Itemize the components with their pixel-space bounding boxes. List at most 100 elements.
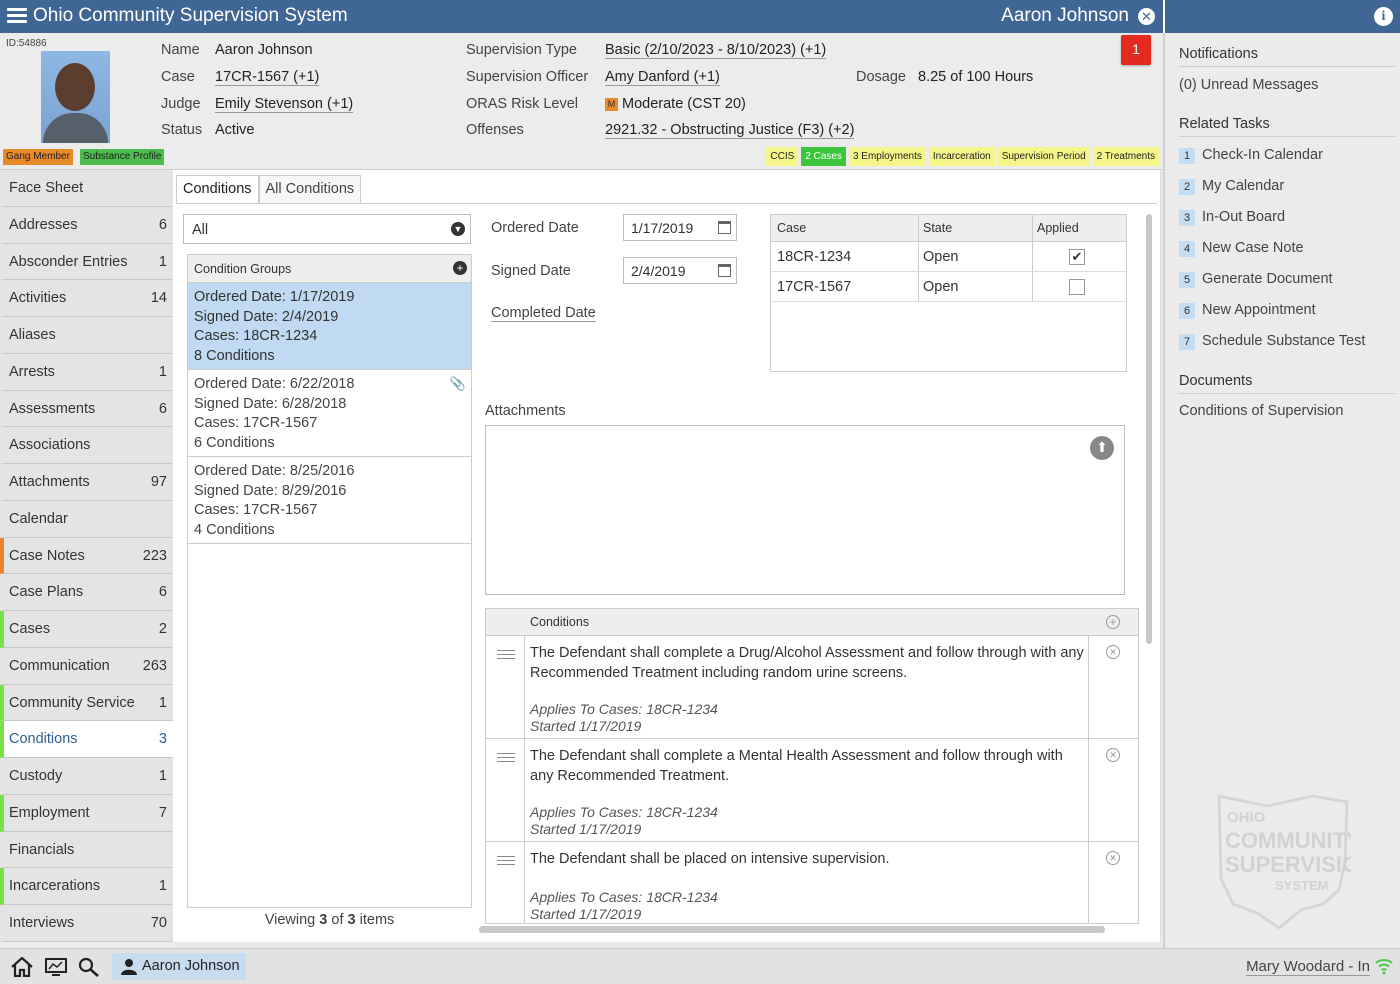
filter-value: All <box>192 222 209 238</box>
signed-date-input[interactable]: 2/4/2019 <box>623 257 737 284</box>
viewing-prefix: Viewing <box>264 912 316 928</box>
nav-label: Cases <box>9 621 51 637</box>
task-new-case-note[interactable]: 4 New Case Note <box>1179 240 1304 257</box>
watermark-line: SUPERVISION <box>1225 852 1351 877</box>
info-icon[interactable]: i <box>1374 7 1393 26</box>
condition-group-item[interactable]: Ordered Date: 1/17/2019 Signed Date: 2/4… <box>188 283 471 370</box>
horizontal-scrollbar[interactable] <box>479 926 1105 933</box>
offenses-value[interactable]: 2921.32 - Obstructing Justice (F3) (+2) <box>605 122 855 139</box>
supervision-type-value[interactable]: Basic (2/10/2023 - 8/10/2023) (+1) <box>605 42 827 59</box>
nav-item-interviews[interactable]: Interviews 70 <box>0 905 173 942</box>
client-photo[interactable] <box>41 51 110 143</box>
remove-condition-icon[interactable]: ✕ <box>1106 645 1120 659</box>
watermark-line: SYSTEM <box>1275 878 1328 893</box>
nav-item-absconder-entries[interactable]: Absconder Entries 1 <box>0 243 173 281</box>
viewing-shown: 3 <box>319 912 328 928</box>
user-status[interactable]: Mary Woodard - In <box>1246 958 1370 976</box>
nav-item-financials[interactable]: Financials <box>0 831 173 869</box>
dashboard-icon[interactable] <box>45 957 67 977</box>
applied-checkbox[interactable] <box>1069 279 1085 295</box>
search-icon[interactable] <box>78 957 100 977</box>
dosage-value: 8.25 of 100 Hours <box>918 69 1034 85</box>
client-id: ID:54886 <box>6 38 47 49</box>
nav-item-incarcerations[interactable]: Incarcerations 1 <box>0 868 173 905</box>
nav-item-arrests[interactable]: Arrests 1 <box>0 353 173 391</box>
drag-handle-icon[interactable] <box>486 842 525 923</box>
home-icon[interactable] <box>11 957 33 977</box>
cell-applied <box>1033 272 1126 301</box>
task-check-in-calendar[interactable]: 1 Check-In Calendar <box>1179 147 1323 164</box>
condition-group-item[interactable]: 📎 Ordered Date: 6/22/2018 Signed Date: 6… <box>188 370 471 457</box>
nav-item-employment[interactable]: Employment 7 <box>0 794 173 832</box>
task-new-appointment[interactable]: 6 New Appointment <box>1179 302 1316 319</box>
applied-checkbox-checked[interactable]: ✔ <box>1069 249 1085 265</box>
nav-label: Interviews <box>9 915 75 931</box>
alert-badge[interactable]: 1 <box>1121 35 1151 65</box>
task-number: 2 <box>1179 179 1195 195</box>
nav-item-attachments[interactable]: Attachments 97 <box>0 464 173 501</box>
supervision-officer-value[interactable]: Amy Danford (+1) <box>605 69 720 86</box>
drag-handle-icon[interactable] <box>486 739 525 841</box>
remove-condition-icon[interactable]: ✕ <box>1106 851 1120 865</box>
chip-ccis[interactable]: CCIS <box>766 147 799 166</box>
nav-label: Calendar <box>9 510 68 527</box>
ordered-date-input[interactable]: 1/17/2019 <box>623 214 737 241</box>
add-group-icon[interactable]: + <box>453 261 467 275</box>
chip-treatments[interactable]: 2 Treatments <box>1092 147 1159 166</box>
nav-count: 1 <box>158 363 167 380</box>
nav-item-conditions[interactable]: Conditions 3 <box>0 721 173 758</box>
unread-messages-link[interactable]: (0) Unread Messages <box>1179 77 1318 93</box>
condition-group-item[interactable]: Ordered Date: 8/25/2016 Signed Date: 8/2… <box>188 457 471 544</box>
nav-item-case-notes[interactable]: Case Notes 223 <box>0 537 173 575</box>
nav-item-addresses[interactable]: Addresses 6 <box>0 206 173 244</box>
hamburger-menu-icon[interactable] <box>7 6 27 26</box>
calendar-icon[interactable] <box>718 264 731 277</box>
taskbar: Aaron Johnson Mary Woodard - In <box>0 948 1400 984</box>
tag-gang-member[interactable]: Gang Member <box>3 149 73 165</box>
nav-item-community-service[interactable]: Community Service 1 <box>0 684 173 722</box>
condition-filter-select[interactable]: All ▼ <box>183 214 471 244</box>
nav-item-case-plans[interactable]: Case Plans 6 <box>0 574 173 611</box>
chip-cases[interactable]: 2 Cases <box>801 147 846 166</box>
nav-item-communication[interactable]: Communication 263 <box>0 647 173 685</box>
tab-conditions[interactable]: Conditions <box>176 175 259 203</box>
nav-item-calendar[interactable]: Calendar <box>0 500 173 538</box>
document-conditions-of-supervision[interactable]: Conditions of Supervision <box>1179 403 1343 419</box>
nav-item-associations[interactable]: Associations <box>0 427 173 464</box>
group-count: 6 Conditions <box>194 434 275 451</box>
nav-item-activities[interactable]: Activities 14 <box>0 280 173 317</box>
nav-item-assessments[interactable]: Assessments 6 <box>0 390 173 428</box>
task-generate-document[interactable]: 5 Generate Document <box>1179 271 1333 288</box>
tab-all-conditions[interactable]: All Conditions <box>258 175 362 203</box>
remove-condition-icon[interactable]: ✕ <box>1106 748 1120 762</box>
nav-item-aliases[interactable]: Aliases <box>0 317 173 354</box>
close-client-icon[interactable]: ✕ <box>1138 8 1155 25</box>
active-client-tab[interactable]: Aaron Johnson <box>112 953 246 980</box>
tag-substance-profile[interactable]: Substance Profile <box>80 149 165 165</box>
add-condition-icon[interactable]: + <box>1106 615 1120 629</box>
group-ordered: Ordered Date: 8/25/2016 <box>194 463 355 479</box>
nav-label: Face Sheet <box>9 180 84 196</box>
chip-employments[interactable]: 3 Employments <box>848 147 926 166</box>
status-label: Status <box>161 122 203 138</box>
summary-chips: CCIS 2 Cases 3 Employments Incarceration… <box>766 147 1159 166</box>
drag-handle-icon[interactable] <box>486 636 525 738</box>
judge-value[interactable]: Emily Stevenson (+1) <box>215 96 354 113</box>
task-schedule-substance-test[interactable]: 7 Schedule Substance Test <box>1179 333 1365 350</box>
nav-item-cases[interactable]: Cases 2 <box>0 611 173 648</box>
chip-incarceration[interactable]: Incarceration <box>928 147 995 166</box>
task-in-out-board[interactable]: 3 In-Out Board <box>1179 209 1285 226</box>
nav-item-face-sheet[interactable]: Face Sheet <box>0 170 173 207</box>
vertical-scrollbar[interactable] <box>1146 214 1152 644</box>
attachments-dropzone[interactable]: ⬆ <box>485 425 1125 595</box>
nav-item-custody[interactable]: Custody 1 <box>0 758 173 795</box>
nav-count: 14 <box>150 290 167 307</box>
nav-count: 6 <box>158 584 167 601</box>
completed-date-link[interactable]: Completed Date <box>491 305 596 322</box>
calendar-icon[interactable] <box>718 221 731 234</box>
client-header: ID:54886 Gang Member Substance Profile N… <box>0 33 1163 170</box>
case-value[interactable]: 17CR-1567 (+1) <box>215 69 320 86</box>
upload-icon[interactable]: ⬆ <box>1090 436 1114 460</box>
task-my-calendar[interactable]: 2 My Calendar <box>1179 178 1284 195</box>
chip-supervision-period[interactable]: Supervision Period <box>997 147 1090 166</box>
